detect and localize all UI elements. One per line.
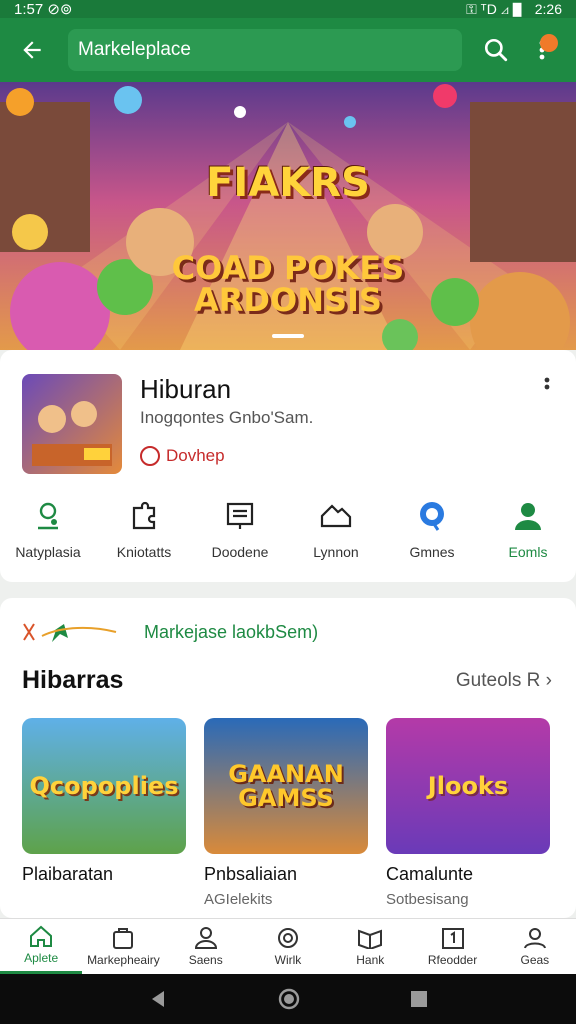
category-eomls[interactable]: Eomls [480, 498, 576, 568]
overflow-menu-button[interactable] [524, 32, 560, 68]
back-triangle-icon[interactable] [148, 989, 168, 1009]
hero-banner[interactable]: FIAKRS COAD POKES ARDONSIS [0, 82, 576, 350]
bottom-nav: Aplete Markepheairy Saens Wirlk Hank Rfe… [0, 918, 576, 974]
game-title: Plaibaratan [22, 864, 114, 884]
category-gmnes[interactable]: Gmnes [384, 498, 480, 568]
game-title: Camalunte [386, 864, 474, 884]
app-thumbnail-art [32, 401, 112, 466]
see-all-link[interactable]: Guteols R › [456, 670, 552, 692]
arrow-left-icon [23, 41, 41, 59]
hero-title: FIAKRS [206, 160, 370, 206]
bag-icon [113, 927, 134, 949]
nav-label: Saens [188, 952, 223, 967]
home-circle-icon[interactable] [278, 988, 300, 1010]
category-row: Natyplasia Kniotatts Doodene Lynnon Gmne… [0, 498, 576, 568]
back-button[interactable] [12, 30, 52, 70]
category-lynnon[interactable]: Lynnon [288, 498, 384, 568]
games-section: Markejase laokbSem) Hibarras Guteols R ›… [0, 598, 576, 918]
notification-dot [540, 34, 558, 52]
game-thumbnail: GAANAN GAMSS [204, 718, 368, 854]
list-board-icon [226, 502, 254, 529]
carousel-indicator [272, 334, 304, 338]
category-label: Natyplasia [15, 544, 81, 560]
more-vert-icon [544, 377, 550, 390]
game-card[interactable]: Jlooks Camalunte Sotbesisang [386, 718, 550, 908]
at-icon [277, 927, 298, 948]
nav-label: Aplete [24, 951, 59, 965]
badge-icon [140, 446, 160, 466]
category-label: Kniotatts [116, 544, 172, 560]
nav-item-wirlk[interactable]: Wirlk [247, 919, 329, 974]
status-right: ⚿ ᵀD ⊿ ▋ 2:26 [466, 1, 562, 18]
game-thumbnail: Qcopoplies [22, 718, 186, 854]
games-carousel: Qcopoplies Plaibaratan GAANAN GAMSS Pnbs… [22, 718, 550, 908]
search-query: Markeleplace [78, 39, 191, 60]
nav-item-geas[interactable]: Geas [494, 919, 576, 974]
app-badge: Dovhep [140, 446, 225, 466]
section-title: Hibarras [22, 666, 124, 694]
category-label: Eomls [508, 544, 548, 560]
game-thumbnail: Jlooks [386, 718, 550, 854]
puzzle-icon [132, 501, 156, 530]
nav-label: Hank [356, 952, 385, 967]
app-bar: Markeleplace [0, 18, 576, 82]
promo-row[interactable]: Markejase laokbSem) [22, 620, 318, 644]
search-button[interactable] [478, 32, 514, 68]
person-pin-icon [38, 502, 58, 530]
app-description: Inogqontes Gnbo'Sam. [140, 408, 314, 427]
category-label: Doodene [211, 544, 269, 560]
card-more-button[interactable] [544, 376, 550, 405]
category-kniotatts[interactable]: Kniotatts [96, 498, 192, 568]
game-card[interactable]: GAANAN GAMSS Pnbsaliaian AGIelekits [204, 718, 368, 908]
search-icon [484, 38, 508, 62]
nav-label: Rfeodder [427, 952, 478, 967]
nav-label: Wirlk [274, 952, 302, 967]
system-nav-bar [0, 974, 576, 1024]
status-left: 1:57 ⊘⊚ [14, 1, 73, 18]
game-circle-icon [420, 502, 444, 531]
status-time: 2:26 [534, 1, 562, 17]
nav-item-markepheairy[interactable]: Markepheairy [82, 919, 164, 974]
game-title: Pnbsaliaian [204, 864, 298, 884]
category-label: Lynnon [313, 544, 359, 560]
hero-subtitle-line-2: ARDONSIS [194, 281, 382, 319]
status-signal: ⚿ ᵀD ⊿ ▋ [466, 0, 527, 17]
nav-item-hank[interactable]: Hank [329, 919, 411, 974]
nav-item-aplete[interactable]: Aplete [0, 919, 83, 974]
recents-square-icon[interactable] [410, 990, 428, 1008]
badge-label: Dovhep [166, 446, 225, 465]
star-swoosh-icon [23, 623, 117, 642]
hero-subtitle-line-1: COAD POKES [171, 249, 405, 287]
cloud-house-icon [320, 504, 352, 528]
nav-label: Markepheairy [87, 952, 160, 967]
game-card[interactable]: Qcopoplies Plaibaratan [22, 718, 186, 908]
app-card: Hiburan Inogqontes Gnbo'Sam. Dovhep Naty… [0, 350, 576, 582]
category-label: Gmnes [409, 544, 455, 560]
category-natyplasia[interactable]: Natyplasia [0, 498, 96, 568]
nav-label: Geas [520, 952, 550, 967]
app-thumbnail[interactable] [22, 374, 122, 474]
person-icon [194, 926, 217, 949]
hero-subtitle: COAD POKES ARDONSIS [0, 252, 576, 316]
user-icon [515, 503, 541, 530]
calendar-icon [441, 927, 464, 949]
promo-text: Markejase laokbSem) [144, 621, 319, 642]
nav-item-rfeodder[interactable]: Rfeodder [411, 919, 493, 974]
book-icon [358, 929, 383, 949]
nav-item-saens[interactable]: Saens [165, 919, 247, 974]
category-doodene[interactable]: Doodene [192, 498, 288, 568]
home-icon [30, 925, 53, 947]
app-name: Hiburan [140, 374, 232, 404]
status-bar: 1:57 ⊘⊚ ⚿ ᵀD ⊿ ▋ 2:26 [0, 0, 576, 18]
game-subtitle: AGIelekits [204, 891, 273, 908]
profile-icon [523, 927, 546, 948]
search-input[interactable]: Markeleplace [68, 29, 462, 71]
game-subtitle: Sotbesisang [386, 891, 469, 908]
